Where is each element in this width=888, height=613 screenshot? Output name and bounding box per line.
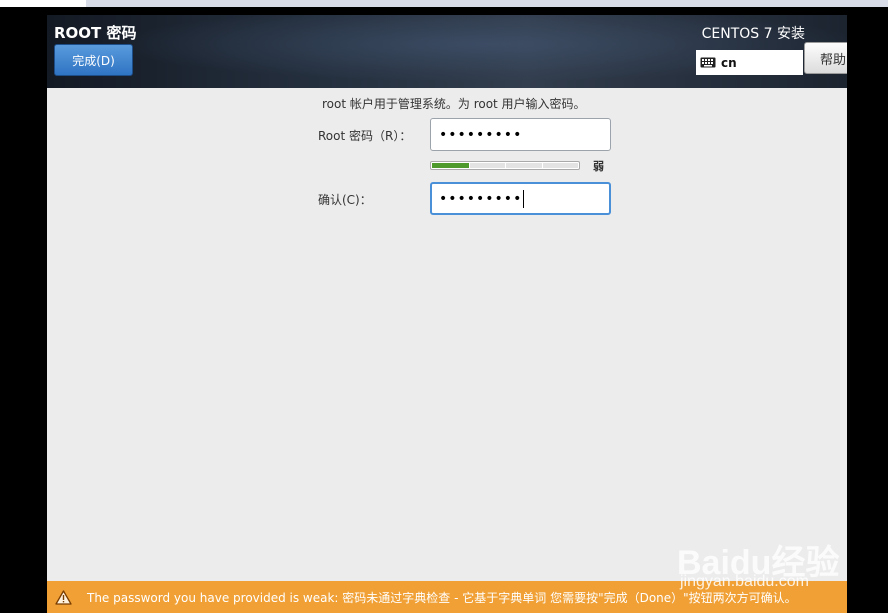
help-button[interactable]: 帮助 xyxy=(804,42,847,74)
root-password-field[interactable]: ••••••••• xyxy=(430,118,611,151)
warning-text: The password you have provided is weak: … xyxy=(87,590,797,605)
confirm-password-field[interactable]: ••••••••• xyxy=(430,182,611,215)
warning-bar: The password you have provided is weak: … xyxy=(47,581,847,613)
root-password-value: ••••••••• xyxy=(439,126,523,143)
keyboard-layout-indicator[interactable]: cn xyxy=(696,50,803,75)
install-title: CENTOS 7 安装 xyxy=(701,26,805,42)
host-top-strip xyxy=(0,0,888,7)
strength-meter-fill xyxy=(432,163,469,168)
strength-meter-divider xyxy=(541,163,543,168)
page-title: ROOT 密码 xyxy=(54,24,137,42)
strength-meter-track xyxy=(432,163,578,168)
strength-label: 弱 xyxy=(593,160,604,173)
keyboard-icon xyxy=(700,57,716,68)
text-caret xyxy=(523,189,525,208)
installer-header: ROOT 密码 完成(D) CENTOS 7 安装 cn 帮助 xyxy=(47,15,847,88)
keyboard-layout-label: cn xyxy=(721,55,737,70)
strength-meter-divider xyxy=(468,163,470,168)
strength-meter-divider xyxy=(505,163,506,168)
host-top-strip-white xyxy=(0,0,86,7)
installer-window: ROOT 密码 完成(D) CENTOS 7 安装 cn 帮助 root 帐户用… xyxy=(47,15,847,613)
confirm-password-value: ••••••••• xyxy=(439,190,523,207)
root-password-label: Root 密码（R）： xyxy=(318,129,412,143)
done-button[interactable]: 完成(D) xyxy=(54,44,133,76)
warning-icon xyxy=(55,589,72,605)
intro-text: root 帐户用于管理系统。为 root 用户输入密码。 xyxy=(322,97,586,111)
confirm-password-label: 确认(C)： xyxy=(318,193,372,207)
watermark-brand: Baidu经验 xyxy=(677,544,840,582)
password-strength-meter xyxy=(430,161,580,170)
